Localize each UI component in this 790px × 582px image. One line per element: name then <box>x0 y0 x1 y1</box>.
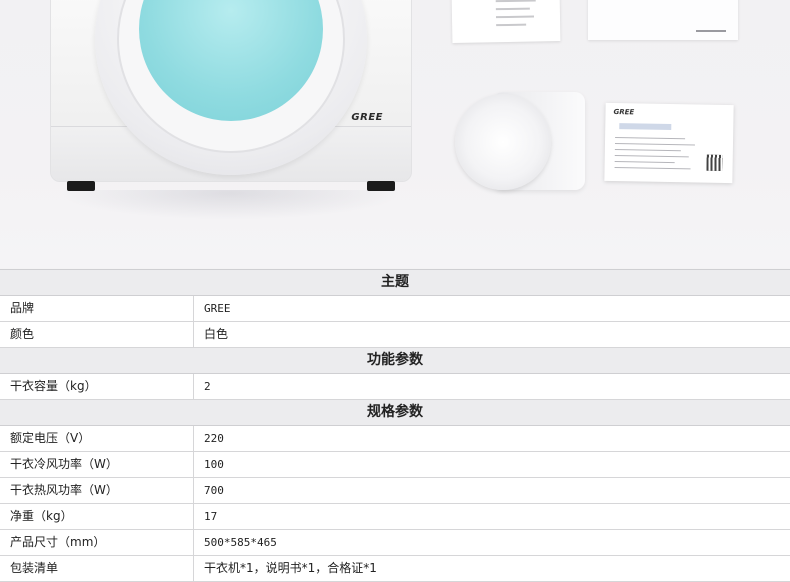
spec-value: 17 <box>204 510 218 523</box>
table-row: 净重（kg） 17 <box>0 504 790 530</box>
spec-key: 干衣容量（kg） <box>0 374 194 399</box>
table-row: 干衣热风功率（W） 700 <box>0 478 790 504</box>
duct-opening <box>455 94 551 190</box>
card-text-line <box>614 149 681 152</box>
spec-key: 颜色 <box>0 322 194 347</box>
table-row: 额定电压（V） 220 <box>0 426 790 452</box>
spec-key: 品牌 <box>0 296 194 321</box>
spec-key: 额定电压（V） <box>0 426 194 451</box>
section-header-function: 功能参数 <box>0 348 790 374</box>
gree-logo: GREE <box>351 112 383 123</box>
card-text-line <box>614 167 691 170</box>
exhaust-duct <box>455 92 585 192</box>
clothes-dryer: GREE <box>50 0 412 191</box>
card-text-line <box>614 155 689 158</box>
table-row: 颜色 白色 <box>0 322 790 348</box>
table-row: 干衣容量（kg） 2 <box>0 374 790 400</box>
card-text-line <box>614 143 695 146</box>
card-text-line <box>614 161 675 164</box>
spec-key: 产品尺寸（mm） <box>0 530 194 555</box>
spec-value: 500*585*465 <box>204 536 277 549</box>
table-row: 包装清单 干衣机*1，说明书*1，合格证*1 <box>0 556 790 582</box>
dryer-foot-right <box>367 181 395 191</box>
dryer-foot-left <box>67 181 95 191</box>
spec-key: 包装清单 <box>0 556 194 581</box>
spec-value: 700 <box>204 484 224 497</box>
qr-code-icon <box>706 154 723 171</box>
manual-document <box>451 0 561 43</box>
warranty-card: GREE <box>604 102 734 184</box>
spec-key: 干衣热风功率（W） <box>0 478 194 503</box>
spec-key: 净重（kg） <box>0 504 194 529</box>
table-row: 干衣冷风功率（W） 100 <box>0 452 790 478</box>
spec-value: 白色 <box>204 327 229 341</box>
card-text-line <box>615 137 686 140</box>
spec-value: 干衣机*1，说明书*1，合格证*1 <box>204 561 377 575</box>
spec-table: 主题 品牌 GREE 颜色 白色 功能参数 干衣容量（kg） 2 规格参数 额定… <box>0 269 790 582</box>
section-header-theme: 主题 <box>0 270 790 296</box>
spec-value: 2 <box>204 380 211 393</box>
spec-value: 100 <box>204 458 224 471</box>
table-row: 产品尺寸（mm） 500*585*465 <box>0 530 790 556</box>
table-row: 品牌 GREE <box>0 296 790 322</box>
spec-value: 220 <box>204 432 224 445</box>
spec-key: 干衣冷风功率（W） <box>0 452 194 477</box>
spec-value: GREE <box>204 302 231 315</box>
card-title-band <box>619 123 672 131</box>
card-brand-logo: GREE <box>613 108 635 117</box>
section-header-specs: 规格参数 <box>0 400 790 426</box>
certificate-document <box>588 0 738 40</box>
product-image: GREE GREE <box>0 0 790 268</box>
door-glass <box>139 0 323 121</box>
dryer-shadow <box>60 190 400 220</box>
door-ring <box>117 0 345 153</box>
